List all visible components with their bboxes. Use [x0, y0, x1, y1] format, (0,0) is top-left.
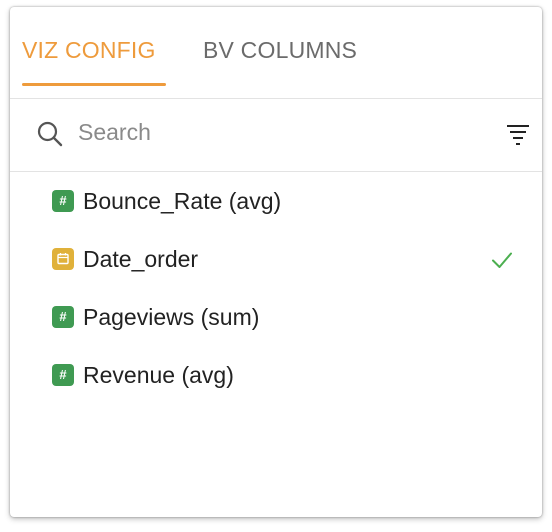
- column-label: Pageviews (sum): [83, 304, 260, 330]
- calendar-icon: [52, 248, 74, 270]
- check-icon: [492, 252, 512, 268]
- column-label: Date_order: [83, 246, 199, 272]
- column-picker-panel: VIZ CONFIG BV COLUMNS # Bounce_Rate (avg…: [10, 7, 542, 517]
- number-icon: #: [52, 190, 74, 212]
- list-item[interactable]: # Bounce_Rate (avg): [10, 174, 542, 232]
- search-input[interactable]: [78, 116, 478, 148]
- list-item[interactable]: # Pageviews (sum): [10, 290, 542, 348]
- tab-viz-config[interactable]: VIZ CONFIG: [22, 37, 156, 64]
- column-list: # Bounce_Rate (avg) Date_order # Pagevie…: [10, 174, 542, 406]
- number-icon: #: [52, 306, 74, 328]
- filter-icon[interactable]: [506, 122, 530, 146]
- tab-bar: VIZ CONFIG BV COLUMNS: [10, 7, 542, 99]
- column-label: Revenue (avg): [83, 362, 234, 388]
- tab-bv-columns[interactable]: BV COLUMNS: [203, 37, 357, 64]
- number-icon: #: [52, 364, 74, 386]
- list-item[interactable]: Date_order: [10, 232, 542, 290]
- search-bar: [10, 99, 542, 172]
- search-icon: [37, 121, 63, 147]
- list-item[interactable]: # Revenue (avg): [10, 348, 542, 406]
- column-label: Bounce_Rate (avg): [83, 188, 282, 214]
- active-tab-indicator: [22, 83, 166, 86]
